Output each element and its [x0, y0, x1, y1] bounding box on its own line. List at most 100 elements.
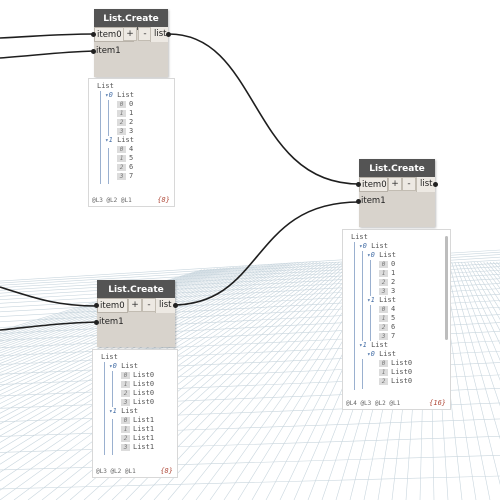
- preview-sublist: ▾0 List: [367, 251, 396, 260]
- input-connector-item1[interactable]: [356, 199, 361, 204]
- wire-top-list-to-item0: [168, 33, 360, 185]
- item-index: 0: [379, 305, 388, 313]
- item-value: 2: [129, 118, 134, 126]
- preview-scrollbar[interactable]: [445, 236, 448, 340]
- list-create-node-2[interactable]: List.Create item0 + - list item1: [94, 280, 178, 347]
- preview-item: 26: [117, 163, 133, 172]
- preview-item: 11: [379, 269, 395, 278]
- input-connector-item0[interactable]: [94, 303, 99, 308]
- preview-item: 1 List0: [379, 368, 412, 377]
- item-value: List1: [133, 434, 155, 442]
- preview-root: List: [101, 353, 118, 361]
- list-create-node-1[interactable]: List.Create item0 + - list item1: [91, 9, 171, 77]
- item-index: 2: [379, 377, 388, 385]
- preview-level-footer: @L3 @L2 @L1: [96, 468, 136, 475]
- preview-sublist: ▾1 List: [109, 407, 138, 416]
- item-value: 5: [391, 314, 396, 322]
- grid-line: [27, 261, 337, 500]
- item-index: 0: [379, 359, 388, 367]
- item-value: List0: [133, 398, 155, 406]
- sublist-label: List: [117, 91, 134, 99]
- sublist-label: List: [379, 350, 396, 358]
- add-input-button[interactable]: +: [128, 298, 142, 312]
- tree-guide: [362, 359, 363, 389]
- sublist-index: 1: [370, 296, 380, 304]
- input-port-item0[interactable]: item0: [359, 177, 388, 192]
- sublist-label: List: [379, 251, 396, 259]
- item-index: 1: [379, 314, 388, 322]
- output-connector-list[interactable]: [166, 32, 171, 37]
- add-input-button[interactable]: +: [388, 177, 402, 191]
- preview-bubble-3: List ▾0 List ▾0 List 0 0 1 1 2 2 3 3 ▾1 List 0 4 1 5 2 6 3…: [342, 229, 451, 410]
- preview-item: 15: [379, 314, 395, 323]
- preview-item: 0 List0: [121, 371, 154, 380]
- grid-line: [454, 261, 500, 381]
- item-value: 1: [129, 109, 134, 117]
- preview-item: 2 List0: [379, 377, 412, 386]
- item-value: List0: [133, 380, 155, 388]
- remove-input-button[interactable]: -: [142, 298, 156, 312]
- tree-guide: [112, 419, 113, 455]
- item-index: 2: [379, 323, 388, 331]
- grid-line: [460, 261, 500, 345]
- output-connector-list[interactable]: [173, 303, 178, 308]
- input-port-item1[interactable]: item1: [94, 44, 126, 59]
- tree-guide: [362, 251, 363, 341]
- preview-item: 04: [117, 145, 133, 154]
- item-index: 1: [121, 425, 130, 433]
- preview-item: 15: [117, 154, 133, 163]
- item-index: 1: [117, 109, 126, 117]
- preview-item: 00: [379, 260, 395, 269]
- item-index: 1: [379, 269, 388, 277]
- input-connector-item0[interactable]: [91, 32, 96, 37]
- item-value: List1: [133, 416, 155, 424]
- tree-guide: [104, 362, 105, 455]
- remove-input-button[interactable]: -: [402, 177, 416, 191]
- sublist-index: 0: [108, 91, 118, 99]
- preview-root: List: [97, 82, 114, 90]
- preview-item: 33: [379, 287, 395, 296]
- preview-bubble-2: List ▾0 List 0 List0 1 List0 2 List0 3 List0 ▾1 Li…: [92, 349, 178, 478]
- preview-bubble-1: List ▾0 List 0 0 1 1 2 2 3 3 ▾1 List 0 4 1 5 2 6 3 7 @L3 @…: [88, 78, 175, 207]
- wire-left-top-item0: [0, 33, 95, 39]
- grid-line: [457, 261, 500, 361]
- sublist-index: 1: [112, 407, 122, 415]
- output-connector-list[interactable]: [433, 182, 438, 187]
- preview-level-footer: @L3 @L2 @L1: [92, 197, 132, 204]
- grid-line: [470, 261, 500, 311]
- item-value: 4: [129, 145, 134, 153]
- item-index: 0: [121, 371, 130, 379]
- list-create-node-3[interactable]: List.Create item0 + - list item1: [356, 159, 438, 227]
- input-connector-item0[interactable]: [356, 182, 361, 187]
- item-value: List1: [133, 443, 155, 451]
- sublist-index: 1: [362, 341, 372, 349]
- item-index: 1: [379, 368, 388, 376]
- input-connector-item1[interactable]: [91, 49, 96, 54]
- input-port-item0[interactable]: item0: [97, 298, 128, 313]
- item-index: 2: [117, 163, 126, 171]
- item-value: 7: [391, 332, 396, 340]
- preview-item: 22: [379, 278, 395, 287]
- sublist-label: List: [371, 242, 388, 250]
- preview-item: 1 List0: [121, 380, 154, 389]
- tree-guide: [108, 148, 109, 184]
- sublist-index: 0: [112, 362, 122, 370]
- preview-item-count: {8}: [157, 196, 170, 204]
- output-port-list[interactable]: list: [155, 298, 175, 313]
- add-input-button[interactable]: +: [123, 27, 137, 41]
- input-port-item1[interactable]: item1: [97, 315, 129, 330]
- preview-item: 22: [117, 118, 133, 127]
- sublist-index: 0: [362, 242, 372, 250]
- grid-line: [496, 261, 500, 267]
- item-index: 3: [117, 127, 126, 135]
- preview-item: 2 List0: [121, 389, 154, 398]
- input-connector-item1[interactable]: [94, 320, 99, 325]
- preview-item: 3 List0: [121, 398, 154, 407]
- item-index: 2: [121, 389, 130, 397]
- preview-item-count: {8}: [160, 467, 173, 475]
- item-value: 6: [391, 323, 396, 331]
- preview-item: 37: [117, 172, 133, 181]
- sublist-index: 0: [370, 350, 380, 358]
- input-port-item1[interactable]: item1: [359, 194, 391, 209]
- grid-line: [464, 261, 500, 332]
